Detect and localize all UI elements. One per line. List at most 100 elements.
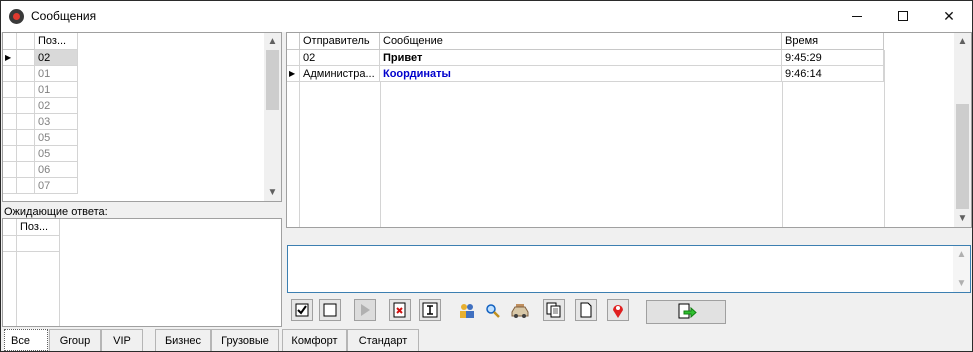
message-input[interactable]: ▲ ▼ bbox=[287, 245, 971, 293]
message-time-cell[interactable]: 9:45:29 bbox=[782, 50, 884, 66]
scroll-down-icon[interactable]: ▼ bbox=[953, 275, 970, 292]
message-sender-cell[interactable]: 02 bbox=[300, 50, 380, 66]
scroll-thumb[interactable] bbox=[266, 50, 279, 110]
position-column-header[interactable]: Поз... bbox=[35, 33, 78, 50]
column-divider bbox=[884, 50, 885, 227]
row-spacer bbox=[17, 50, 35, 66]
scroll-up-icon[interactable]: ▲ bbox=[954, 33, 971, 50]
waiting-position-header[interactable]: Поз... bbox=[17, 219, 60, 236]
messages-grid-footer bbox=[286, 228, 972, 245]
message-text-cell[interactable]: Привет bbox=[380, 50, 782, 66]
input-scrollbar[interactable]: ▲ ▼ bbox=[953, 246, 970, 292]
delete-document-button[interactable] bbox=[389, 299, 411, 321]
grid-spacer-header bbox=[17, 33, 35, 50]
tab-group[interactable]: Group bbox=[49, 329, 101, 351]
minimize-button[interactable] bbox=[834, 1, 880, 32]
tab-comfort[interactable]: Комфорт bbox=[282, 329, 347, 351]
tab-cargo[interactable]: Грузовые bbox=[211, 329, 279, 351]
text-box-icon bbox=[422, 302, 438, 318]
row-spacer bbox=[17, 114, 35, 130]
scroll-thumb[interactable] bbox=[956, 104, 969, 209]
row-header bbox=[3, 82, 17, 98]
row-spacer bbox=[17, 130, 35, 146]
waiting-cell[interactable] bbox=[17, 236, 60, 252]
new-document-button[interactable] bbox=[575, 299, 597, 321]
scroll-up-icon[interactable]: ▲ bbox=[953, 246, 970, 263]
message-row-header bbox=[287, 50, 300, 66]
waiting-row-header bbox=[3, 236, 17, 252]
send-button[interactable] bbox=[646, 300, 726, 324]
message-sender-cell[interactable]: Администра... bbox=[300, 66, 380, 82]
row-header bbox=[3, 162, 17, 178]
position-cell[interactable]: 03 bbox=[35, 114, 78, 130]
current-row-indicator-icon: ▶ bbox=[287, 66, 300, 82]
position-cell[interactable]: 02 bbox=[35, 98, 78, 114]
position-cell[interactable]: 05 bbox=[35, 130, 78, 146]
current-row-indicator-icon: ▶ bbox=[3, 50, 17, 66]
column-divider bbox=[380, 82, 381, 227]
taxi-button[interactable] bbox=[509, 301, 531, 321]
row-header bbox=[3, 130, 17, 146]
waiting-column-strip bbox=[17, 252, 60, 326]
users-icon bbox=[460, 304, 474, 318]
close-button[interactable]: ✕ bbox=[926, 1, 972, 32]
position-cell[interactable]: 05 bbox=[35, 146, 78, 162]
location-pin-icon bbox=[613, 305, 623, 318]
time-column-header[interactable]: Время bbox=[782, 33, 884, 50]
text-button[interactable] bbox=[419, 299, 441, 321]
select-all-button[interactable] bbox=[291, 299, 313, 321]
tab-standard[interactable]: Стандарт bbox=[347, 329, 419, 351]
deselect-all-button[interactable] bbox=[319, 299, 341, 321]
message-time-cell[interactable]: 9:46:14 bbox=[782, 66, 884, 82]
magnifier-icon bbox=[486, 304, 500, 318]
position-cell[interactable]: 02 bbox=[35, 50, 78, 66]
minimize-icon bbox=[852, 16, 862, 17]
scroll-down-icon[interactable]: ▼ bbox=[954, 210, 971, 227]
scroll-up-icon[interactable]: ▲ bbox=[264, 33, 281, 50]
column-divider bbox=[782, 82, 783, 227]
row-header bbox=[3, 98, 17, 114]
row-spacer bbox=[17, 66, 35, 82]
taxi-icon bbox=[511, 304, 529, 318]
row-spacer bbox=[17, 98, 35, 114]
messages-grid[interactable]: Отправитель Сообщение Время 02 Привет 9:… bbox=[286, 32, 972, 228]
position-cell[interactable]: 06 bbox=[35, 162, 78, 178]
grid-corner bbox=[3, 33, 17, 50]
waiting-label: Ожидающие ответа: bbox=[4, 206, 108, 218]
tab-all[interactable]: Все bbox=[4, 329, 48, 351]
location-button[interactable] bbox=[607, 299, 629, 321]
send-document-icon bbox=[678, 303, 697, 319]
title-bar: Сообщения ✕ bbox=[1, 1, 972, 32]
waiting-grid[interactable]: Поз... bbox=[2, 218, 282, 327]
checkbox-checked-icon bbox=[295, 303, 309, 317]
messages-scrollbar[interactable]: ▲ ▼ bbox=[954, 33, 971, 227]
row-header bbox=[3, 66, 17, 82]
scroll-down-icon[interactable]: ▼ bbox=[264, 184, 281, 201]
blank-page-icon bbox=[580, 302, 592, 318]
positions-grid[interactable]: Поз... ▶ 02 01 01 02 03 05 05 06 07 ▲ ▼ bbox=[2, 32, 282, 202]
row-spacer bbox=[17, 82, 35, 98]
copy-icon bbox=[546, 302, 561, 318]
position-cell[interactable]: 01 bbox=[35, 66, 78, 82]
row-spacer bbox=[17, 146, 35, 162]
copy-button[interactable] bbox=[543, 299, 565, 321]
row-spacer bbox=[17, 178, 35, 194]
message-column-header[interactable]: Сообщение bbox=[380, 33, 782, 50]
play-icon bbox=[361, 304, 370, 316]
message-toolbar bbox=[287, 296, 642, 324]
positions-scrollbar[interactable]: ▲ ▼ bbox=[264, 33, 281, 201]
tab-business[interactable]: Бизнес bbox=[155, 329, 211, 351]
play-button[interactable] bbox=[354, 299, 376, 321]
message-text-cell[interactable]: Координаты bbox=[380, 66, 782, 82]
row-header bbox=[3, 114, 17, 130]
messages-grid-corner bbox=[287, 33, 300, 50]
position-cell[interactable]: 01 bbox=[35, 82, 78, 98]
users-button[interactable] bbox=[457, 301, 477, 321]
maximize-button[interactable] bbox=[880, 1, 926, 32]
search-button[interactable] bbox=[483, 301, 503, 321]
position-cell[interactable]: 07 bbox=[35, 178, 78, 194]
sender-column-header[interactable]: Отправитель bbox=[300, 33, 380, 50]
messages-window: Сообщения ✕ Поз... ▶ 02 01 01 02 03 05 05 06 07 ▲… bbox=[0, 0, 973, 352]
tab-vip[interactable]: VIP bbox=[101, 329, 143, 351]
checkbox-empty-icon bbox=[323, 303, 337, 317]
